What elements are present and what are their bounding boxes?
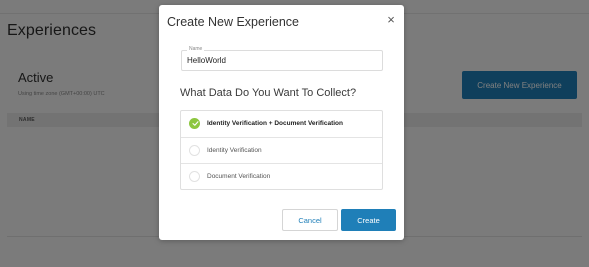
data-options-list: Identity Verification + Document Verific… — [180, 110, 383, 190]
radio-unselected[interactable] — [189, 171, 200, 182]
option-label: Identity Verification — [207, 147, 262, 154]
radio-unselected[interactable] — [189, 145, 200, 156]
modal-title: Create New Experience — [167, 15, 300, 29]
option-identity-and-document-verification[interactable]: Identity Verification + Document Verific… — [181, 111, 382, 137]
create-button[interactable]: Create — [341, 209, 396, 231]
option-document-verification[interactable]: Document Verification — [181, 163, 382, 190]
option-identity-verification[interactable]: Identity Verification — [181, 137, 382, 164]
cancel-button[interactable]: Cancel — [282, 209, 338, 231]
create-experience-modal: Create New Experience × Name What Data D… — [159, 5, 404, 240]
data-collection-question: What Data Do You Want To Collect? — [180, 87, 357, 99]
name-field[interactable]: Name — [181, 46, 383, 71]
name-label: Name — [187, 46, 205, 52]
name-input[interactable] — [187, 55, 377, 66]
option-label: Identity Verification + Document Verific… — [207, 120, 343, 127]
close-icon[interactable]: × — [385, 13, 397, 27]
check-icon — [192, 121, 199, 126]
option-label: Document Verification — [207, 173, 271, 180]
radio-selected[interactable] — [189, 118, 200, 129]
